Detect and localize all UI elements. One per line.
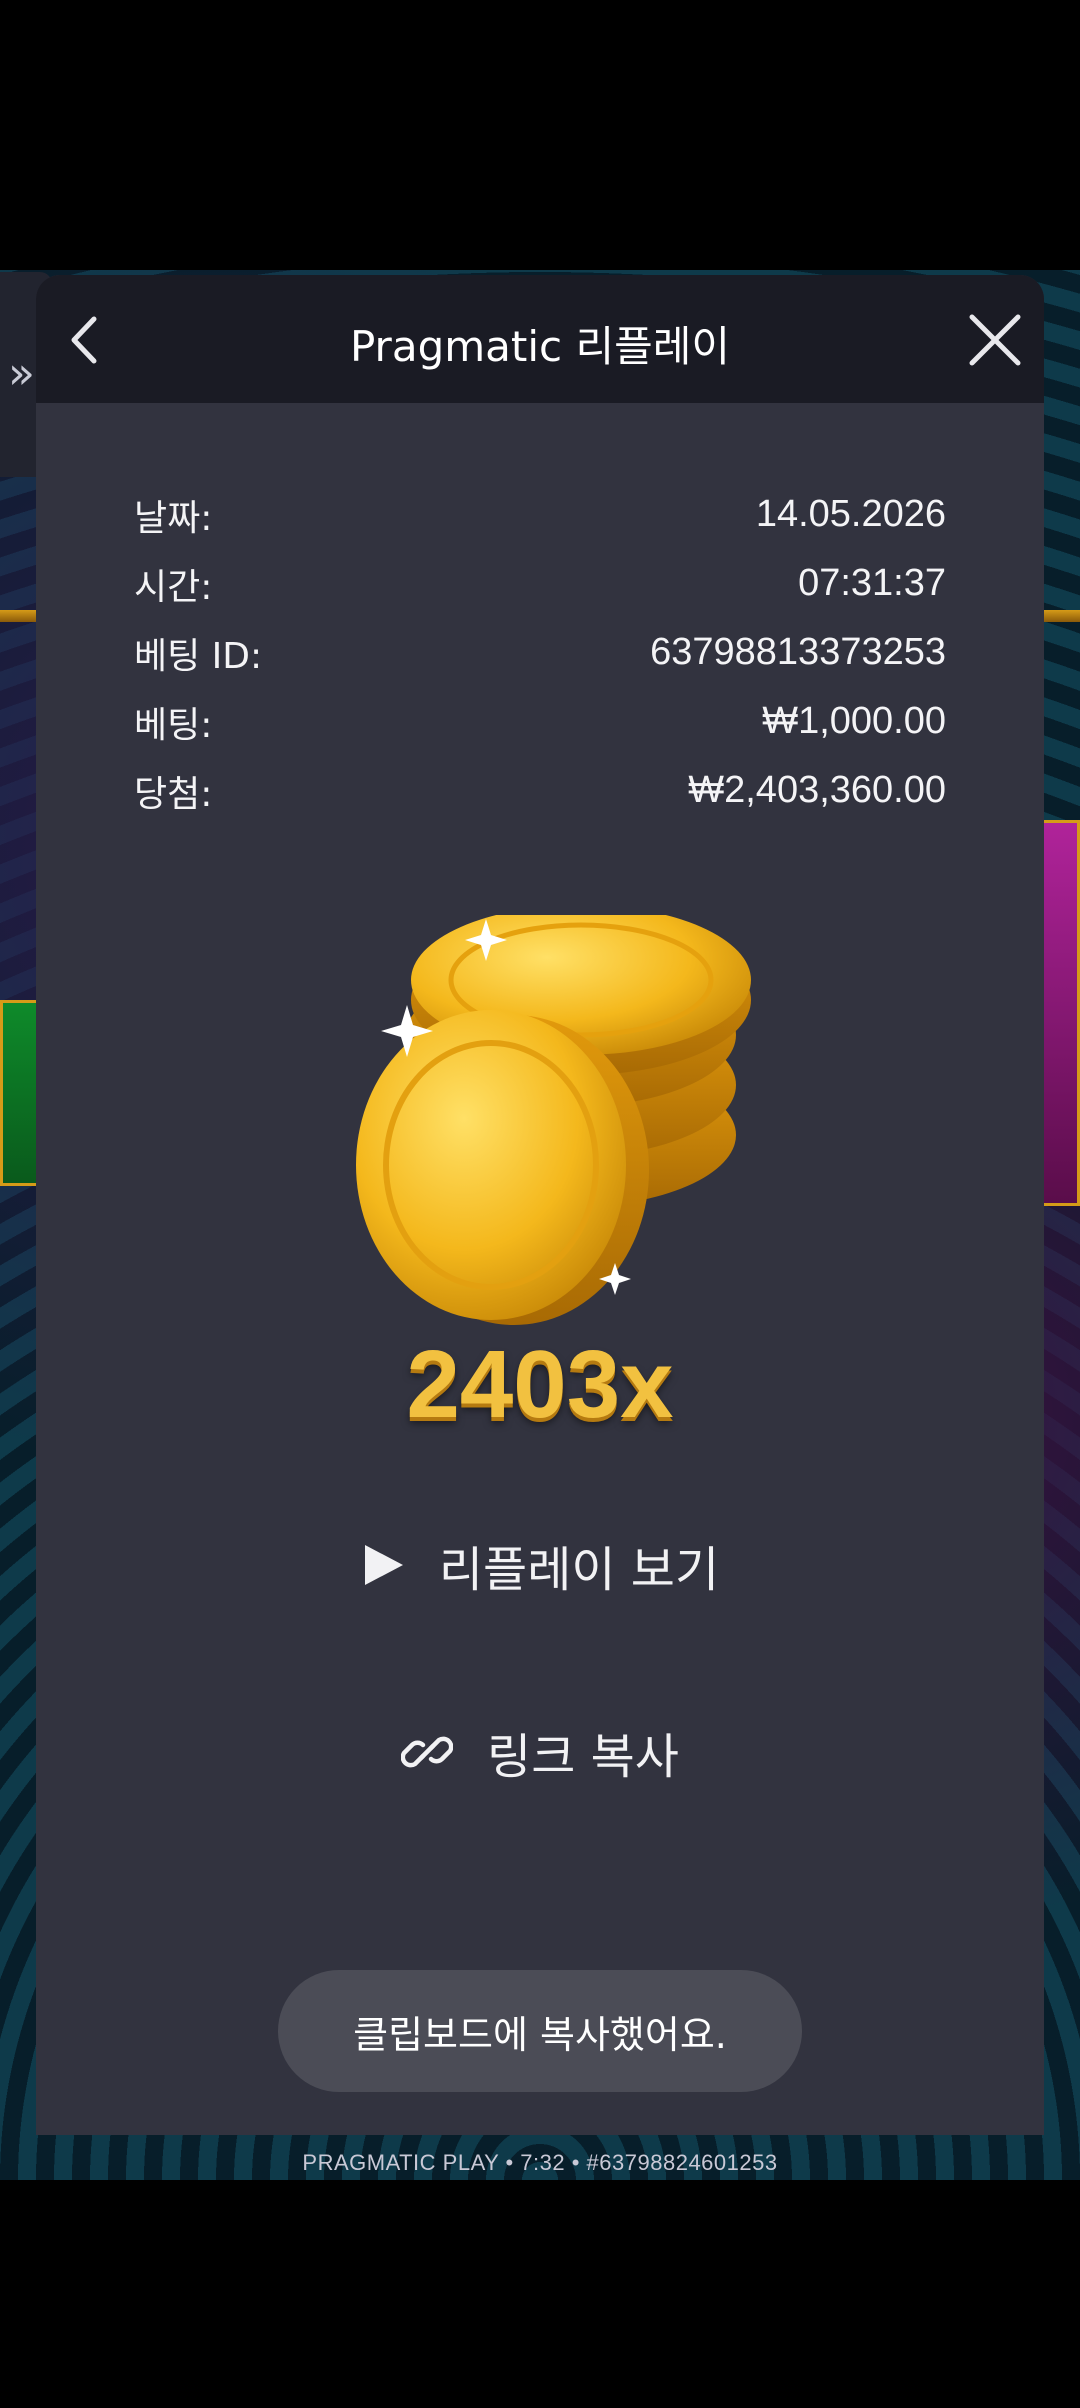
copy-link-label: 링크 복사: [487, 1729, 679, 1785]
bet-info: 날짜: 14.05.2026 시간: 07:31:37 베팅 ID: 63798…: [134, 480, 946, 825]
background-gold-strip-right: [1040, 610, 1080, 622]
bet-id-value: 63798813373253: [650, 631, 946, 673]
time-label: 시간:: [134, 566, 213, 608]
gold-coins-icon: [356, 915, 751, 1325]
close-button[interactable]: [960, 305, 1030, 375]
win-label: 당첨:: [134, 773, 213, 815]
watch-replay-button[interactable]: 리플레이 보기: [36, 1525, 1044, 1605]
copy-link-button[interactable]: 링크 복사: [36, 1712, 1044, 1792]
info-row-bet-id: 베팅 ID: 63798813373253: [134, 618, 946, 687]
modal-title: Pragmatic 리플레이: [349, 322, 731, 371]
replay-modal: Pragmatic 리플레이 날짜: 14.05.2026 시간: 07:31:…: [36, 275, 1044, 2135]
date-label: 날짜:: [134, 497, 213, 539]
watch-replay-label: 리플레이 보기: [438, 1542, 720, 1598]
background-symbol-right: [1038, 820, 1080, 1206]
info-row-win: 당첨: ₩2,403,360.00: [134, 756, 946, 825]
link-icon: [401, 1726, 454, 1778]
close-icon: [969, 314, 1021, 366]
background-gold-strip-left: [0, 610, 40, 622]
win-multiplier: 2403x: [406, 1331, 674, 1438]
bet-id-label: 베팅 ID:: [134, 635, 263, 677]
date-value: 14.05.2026: [755, 493, 946, 535]
info-row-bet: 베팅: ₩1,000.00: [134, 687, 946, 756]
modal-header: Pragmatic 리플레이: [36, 275, 1044, 403]
info-row-date: 날짜: 14.05.2026: [134, 480, 946, 549]
toast-message: 클립보드에 복사했어요.: [278, 1970, 802, 2092]
double-chevron-right-icon: »: [8, 348, 35, 399]
info-row-time: 시간: 07:31:37: [134, 549, 946, 618]
win-value: ₩2,403,360.00: [688, 769, 946, 811]
time-value: 07:31:37: [798, 562, 946, 604]
play-icon: [361, 1543, 405, 1587]
bet-label: 베팅:: [134, 704, 213, 746]
bet-value: ₩1,000.00: [762, 700, 946, 742]
background-footer-text: PRAGMATIC PLAY • 7:32 • #63798824601253: [302, 2150, 778, 2175]
